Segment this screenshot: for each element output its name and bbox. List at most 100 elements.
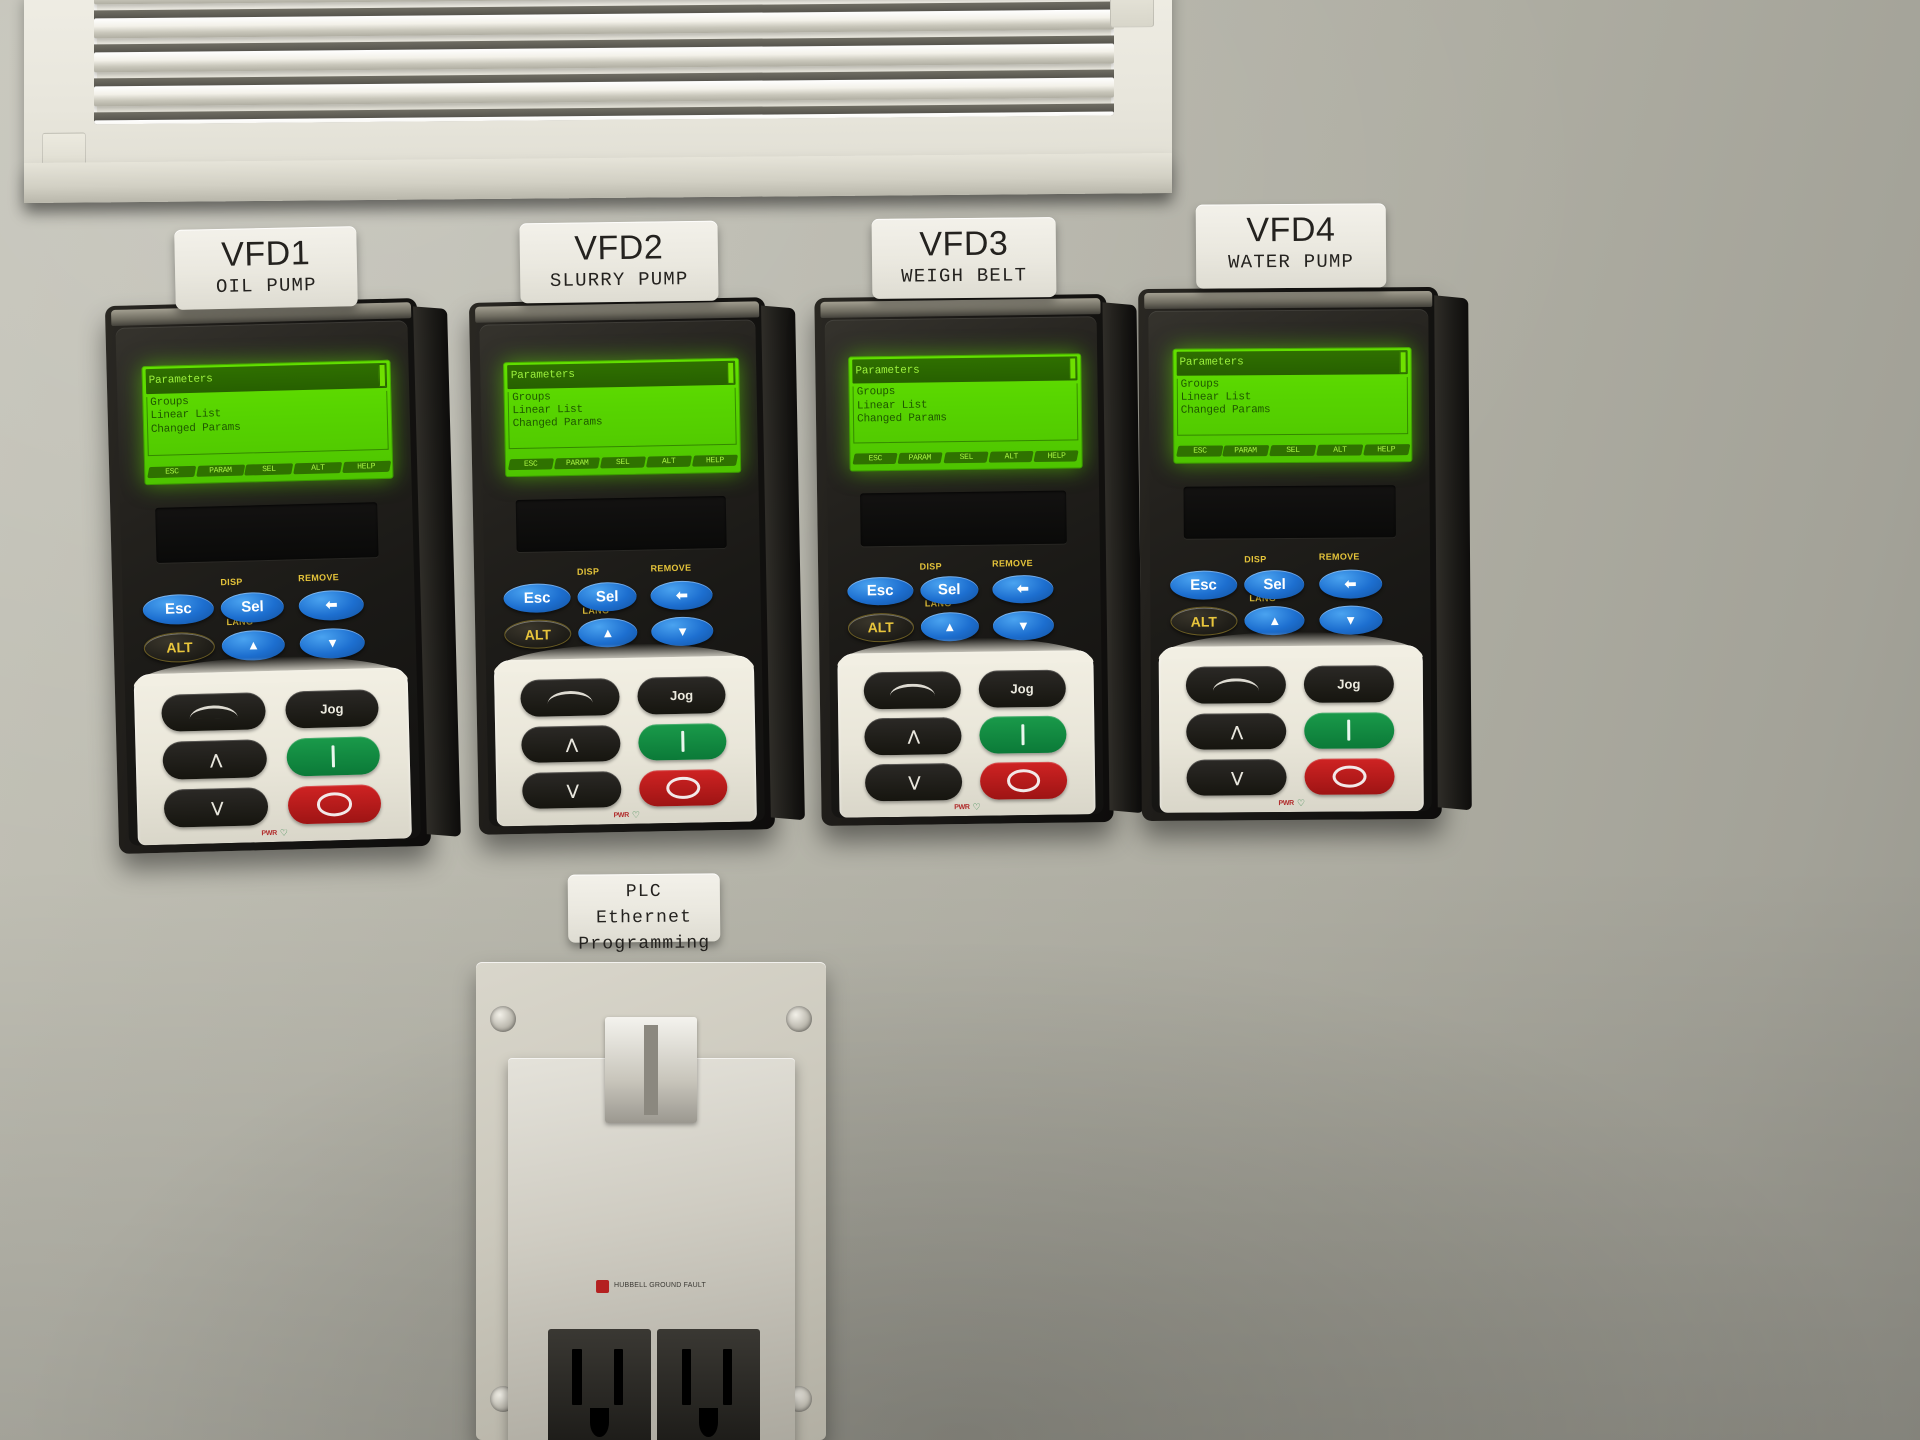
reverse-arc-icon[interactable] bbox=[1185, 666, 1286, 704]
ventilation-louver bbox=[24, 0, 1172, 204]
softkey-alt[interactable]: ALT bbox=[1316, 444, 1363, 456]
start-bar-icon[interactable] bbox=[978, 715, 1067, 754]
esc-button[interactable]: Esc bbox=[1169, 569, 1238, 600]
softkey-help[interactable]: HELP bbox=[692, 454, 739, 467]
up-chevron-icon[interactable]: ⋀ bbox=[162, 739, 268, 780]
gfci-receptacle-face[interactable]: HUBBELL GROUND FAULT bbox=[507, 1016, 795, 1440]
jog-button[interactable]: Jog bbox=[637, 676, 727, 715]
vfd-drive-vfd4[interactable]: Parameters Groups Linear List Changed Pa… bbox=[1138, 286, 1472, 822]
sel-button[interactable]: Sel bbox=[577, 581, 638, 612]
receptacle-socket-right[interactable] bbox=[656, 1328, 761, 1440]
alt-button[interactable]: ALT bbox=[504, 619, 572, 650]
sel-button[interactable]: Sel bbox=[919, 575, 979, 605]
softkey-alt[interactable]: ALT bbox=[646, 455, 693, 468]
lcd-scrollbar[interactable] bbox=[378, 363, 387, 387]
softkey-sel[interactable]: SEL bbox=[600, 456, 647, 469]
alt-button[interactable]: ALT bbox=[1169, 606, 1238, 637]
down-chevron-icon[interactable]: ⋁ bbox=[163, 787, 270, 828]
down-arrow-icon[interactable]: ▼ bbox=[1319, 605, 1383, 636]
down-chevron-icon[interactable]: ⋁ bbox=[1186, 759, 1287, 797]
lcd-screen-vfd1[interactable]: Parameters Groups Linear List Changed Pa… bbox=[141, 359, 394, 486]
jog-button[interactable]: Jog bbox=[1303, 665, 1394, 703]
enter-arrow-icon[interactable]: ⬅ bbox=[1318, 568, 1382, 599]
drive-status-window bbox=[859, 490, 1068, 547]
outlet-cover-hinge-clip[interactable] bbox=[605, 1016, 697, 1124]
lcd-menu-list[interactable]: Groups Linear List Changed Params bbox=[852, 383, 1079, 444]
lcd-screen-vfd2[interactable]: Parameters Groups Linear List Changed Pa… bbox=[503, 357, 742, 478]
lcd-scrollbar[interactable] bbox=[727, 361, 735, 384]
esc-button[interactable]: Esc bbox=[503, 582, 571, 613]
sel-button[interactable]: Sel bbox=[1244, 569, 1305, 599]
lcd-menu-item-changed-params[interactable]: Changed Params bbox=[1181, 404, 1404, 419]
jog-button[interactable]: Jog bbox=[978, 669, 1066, 708]
down-arrow-icon[interactable]: ▼ bbox=[651, 616, 714, 647]
lcd-menu-item-groups[interactable]: Groups bbox=[1181, 378, 1220, 390]
enter-arrow-icon[interactable]: ⬅ bbox=[298, 589, 365, 621]
up-arrow-icon[interactable]: ▲ bbox=[1244, 606, 1306, 636]
vfd-drive-vfd2[interactable]: Parameters Groups Linear List Changed Pa… bbox=[468, 297, 805, 835]
esc-button[interactable]: Esc bbox=[847, 576, 914, 606]
up-chevron-icon[interactable]: ⋀ bbox=[1185, 712, 1287, 750]
gfci-outlet-assembly[interactable]: HUBBELL GROUND FAULT bbox=[476, 962, 826, 1440]
lcd-scrollbar[interactable] bbox=[1399, 350, 1407, 374]
softkey-alt[interactable]: ALT bbox=[293, 461, 342, 474]
softkey-param[interactable]: PARAM bbox=[897, 452, 944, 464]
lcd-menu-list[interactable]: Groups Linear List Changed Params bbox=[146, 390, 390, 457]
drive-brand-mark: PWR ♡ bbox=[954, 802, 981, 813]
lcd-scrollbar[interactable] bbox=[1068, 357, 1077, 380]
softkey-param[interactable]: PARAM bbox=[1222, 445, 1270, 457]
softkey-alt[interactable]: ALT bbox=[988, 450, 1035, 463]
start-bar-icon[interactable] bbox=[1304, 711, 1394, 749]
up-chevron-icon[interactable]: ⋀ bbox=[863, 717, 962, 755]
lcd-menu-list[interactable]: Groups Linear List Changed Params bbox=[508, 387, 738, 450]
stop-circle-icon[interactable] bbox=[638, 769, 728, 808]
down-arrow-icon[interactable]: ▼ bbox=[992, 610, 1054, 641]
stop-circle-icon[interactable] bbox=[287, 784, 382, 825]
stop-circle-icon[interactable] bbox=[979, 761, 1068, 800]
jog-button[interactable]: Jog bbox=[284, 688, 380, 729]
lcd-menu-list[interactable]: Groups Linear List Changed Params bbox=[1176, 376, 1409, 437]
lcd-menu-item-groups[interactable]: Groups bbox=[512, 391, 551, 404]
sel-button[interactable]: Sel bbox=[220, 591, 285, 623]
down-chevron-icon[interactable]: ⋁ bbox=[864, 763, 963, 801]
down-arrow-icon[interactable]: ▼ bbox=[299, 627, 366, 659]
softkey-esc[interactable]: ESC bbox=[852, 452, 899, 465]
enter-arrow-icon[interactable]: ⬅ bbox=[992, 574, 1054, 604]
lcd-menu-item-groups[interactable]: Groups bbox=[150, 396, 189, 409]
receptacle-socket-left[interactable] bbox=[547, 1328, 651, 1440]
start-bar-icon[interactable] bbox=[285, 736, 381, 777]
reverse-arc-icon[interactable] bbox=[520, 678, 620, 717]
up-chevron-icon[interactable]: ⋀ bbox=[521, 724, 621, 763]
lcd-menu-item-groups[interactable]: Groups bbox=[857, 386, 896, 399]
softkey-esc[interactable]: ESC bbox=[1175, 445, 1223, 457]
disp-label: DISP bbox=[220, 577, 243, 588]
alt-button[interactable]: ALT bbox=[847, 612, 914, 643]
lcd-screen-vfd3[interactable]: Parameters Groups Linear List Changed Pa… bbox=[848, 353, 1083, 472]
reverse-arc-icon[interactable] bbox=[161, 691, 267, 732]
lcd-menu-item-changed-params[interactable]: Changed Params bbox=[857, 410, 1074, 426]
vfd-drive-vfd1[interactable]: Parameters Groups Linear List Changed Pa… bbox=[104, 298, 461, 854]
softkey-sel[interactable]: SEL bbox=[244, 462, 294, 476]
softkey-param[interactable]: PARAM bbox=[554, 457, 601, 470]
vfd-drive-vfd3[interactable]: Parameters Groups Linear List Changed Pa… bbox=[814, 293, 1144, 827]
softkey-help[interactable]: HELP bbox=[1362, 444, 1410, 456]
cover-screw-top-right bbox=[786, 1006, 812, 1032]
up-arrow-icon[interactable]: ▲ bbox=[920, 611, 980, 642]
softkey-help[interactable]: HELP bbox=[341, 460, 391, 473]
down-chevron-icon[interactable]: ⋁ bbox=[522, 771, 622, 810]
control-keypad-vfd2: Jog ⋀ ⋁ PWR ♡ bbox=[494, 655, 757, 827]
softkey-sel[interactable]: SEL bbox=[943, 451, 989, 464]
start-bar-icon[interactable] bbox=[638, 722, 727, 761]
softkey-help[interactable]: HELP bbox=[1033, 450, 1080, 462]
lcd-screen-vfd4[interactable]: Parameters Groups Linear List Changed Pa… bbox=[1172, 346, 1413, 464]
reverse-arc-icon[interactable] bbox=[863, 671, 961, 709]
softkey-param[interactable]: PARAM bbox=[195, 464, 245, 477]
softkey-esc[interactable]: ESC bbox=[508, 458, 555, 471]
stop-circle-icon[interactable] bbox=[1304, 758, 1395, 796]
softkey-esc[interactable]: ESC bbox=[147, 465, 196, 478]
alt-button[interactable]: ALT bbox=[143, 631, 215, 663]
enter-arrow-icon[interactable]: ⬅ bbox=[650, 579, 714, 611]
esc-button[interactable]: Esc bbox=[142, 593, 214, 626]
lcd-menu-item-changed-params[interactable]: Changed Params bbox=[513, 414, 733, 432]
softkey-sel[interactable]: SEL bbox=[1269, 444, 1317, 457]
